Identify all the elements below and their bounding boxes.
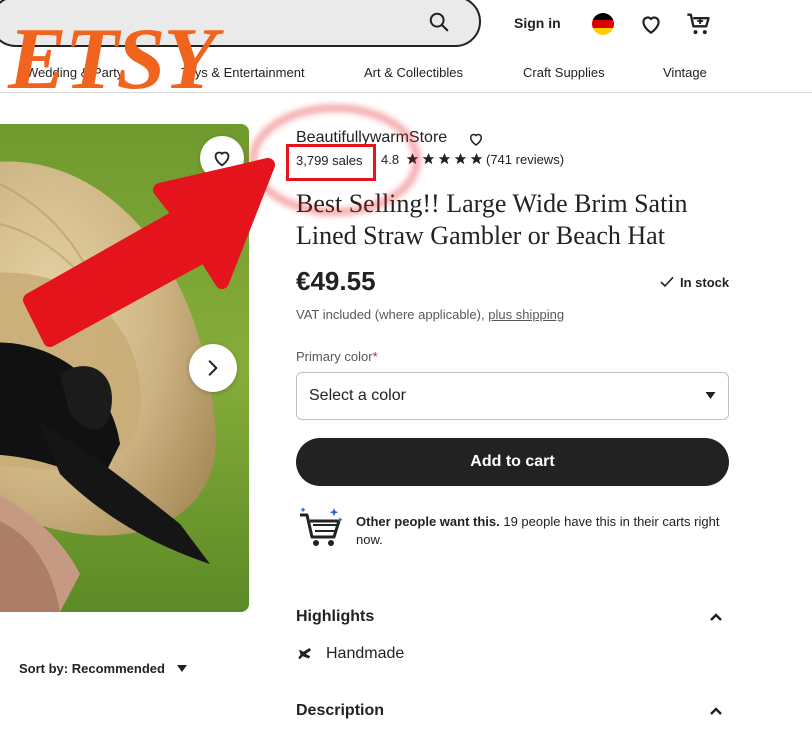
- product-title: Best Selling!! Large Wide Brim Satin Lin…: [296, 189, 688, 250]
- star-icon: [406, 153, 419, 165]
- shipping-link[interactable]: plus shipping: [488, 307, 564, 322]
- annotation-highlight-box: [286, 144, 376, 181]
- cart-icon[interactable]: [685, 10, 713, 38]
- star-icon: [454, 153, 467, 165]
- required-mark: *: [372, 349, 378, 364]
- caret-down-icon: [705, 392, 716, 399]
- description-heading: Description: [296, 702, 385, 719]
- handmade-highlight: Handmade: [296, 645, 404, 663]
- reviews-link[interactable]: (741 reviews): [486, 152, 564, 167]
- search-button[interactable]: [416, 0, 462, 44]
- shopping-cart-sparkle-icon: [300, 507, 343, 546]
- chevron-right-icon: [208, 360, 218, 376]
- description-toggle[interactable]: Description: [296, 702, 729, 720]
- add-to-cart-button[interactable]: Add to cart: [296, 438, 729, 486]
- heart-icon: [214, 151, 230, 167]
- hand-icon: [298, 648, 311, 660]
- next-image-button[interactable]: [189, 344, 237, 392]
- star-icon: [422, 153, 435, 165]
- category-craft-supplies[interactable]: Craft Supplies: [523, 65, 605, 80]
- sort-value: Recommended: [71, 661, 165, 676]
- vat-text: VAT included (where applicable),: [296, 307, 485, 322]
- highlights-toggle[interactable]: Highlights: [296, 608, 729, 626]
- demand-notice: Other people want this. 19 people have t…: [356, 513, 728, 549]
- color-select-value: Select a color: [309, 387, 406, 404]
- color-select[interactable]: Select a color: [296, 372, 729, 420]
- heart-icon[interactable]: [638, 11, 664, 37]
- follow-shop-heart-icon[interactable]: [467, 130, 485, 148]
- star-icon: [470, 153, 483, 165]
- color-label-text: Primary color: [296, 349, 373, 364]
- handmade-text: Handmade: [326, 645, 405, 662]
- highlights-heading: Highlights: [296, 608, 375, 625]
- search-icon: [429, 12, 449, 32]
- rating-stars: [405, 152, 484, 166]
- sign-in-link[interactable]: Sign in: [514, 15, 561, 31]
- chevron-up-icon: [710, 613, 722, 621]
- demand-notice-bold: Other people want this.: [356, 514, 500, 529]
- category-art-collectibles[interactable]: Art & Collectibles: [364, 65, 463, 80]
- chevron-up-icon: [710, 707, 722, 715]
- product-price: €49.55: [296, 266, 376, 296]
- rating-value: 4.8: [381, 152, 400, 167]
- checkmark-icon: [660, 276, 674, 288]
- stock-status: In stock: [658, 274, 729, 290]
- favorite-item-button[interactable]: [200, 136, 244, 180]
- etsy-logo[interactable]: ETSY: [8, 16, 217, 104]
- caret-down-icon: [176, 665, 187, 672]
- stock-text: In stock: [680, 274, 730, 290]
- sort-dropdown[interactable]: Sort by: Recommended: [19, 661, 187, 676]
- vat-note: VAT included (where applicable), plus sh…: [296, 307, 564, 322]
- category-vintage[interactable]: Vintage: [663, 65, 707, 80]
- sort-label: Sort by:: [19, 661, 69, 676]
- germany-flag-icon[interactable]: [592, 13, 614, 35]
- star-icon: [438, 153, 451, 165]
- color-label: Primary color*: [296, 349, 378, 364]
